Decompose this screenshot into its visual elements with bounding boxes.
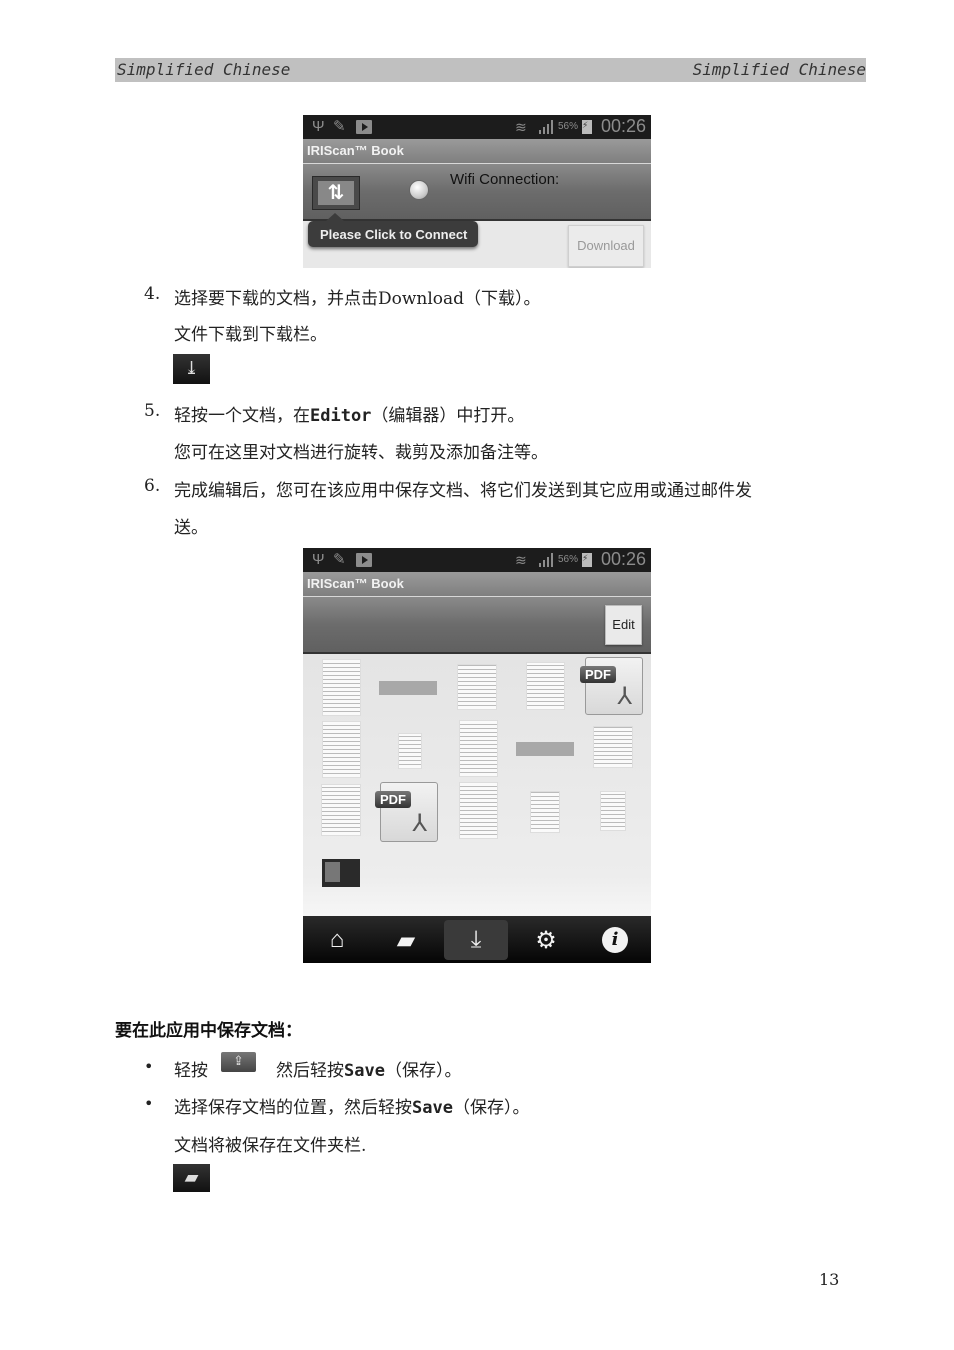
nav-home-button[interactable]: ⌂: [305, 920, 369, 960]
step-text: 轻按一个文档，在Editor（编辑器）中打开。: [174, 401, 524, 426]
bullet: •: [144, 1057, 154, 1076]
bullet-text-c: （保存）。: [452, 1098, 530, 1118]
home-icon: ⌂: [329, 926, 345, 953]
step-number: 4.: [144, 284, 161, 304]
nav-download-button[interactable]: ⤓: [444, 920, 508, 960]
document-thumbnail[interactable]: [459, 720, 498, 777]
settings-icon: ⚙: [535, 926, 557, 954]
app-screenshot-connect: Ψ ✎ ≋ 56% 00:26 IRIScan™ Book ⇅ Wifi Con…: [303, 115, 651, 268]
nav-info-button[interactable]: i: [583, 920, 647, 960]
document-thumbnail[interactable]: [322, 721, 361, 778]
pdf-document-thumbnail[interactable]: PDF: [375, 782, 438, 842]
app-screenshot-library: Ψ ✎ ≋ 56% 00:26 IRIScan™ Book Edit PDFPD…: [303, 548, 651, 963]
editor-keyword: Editor: [310, 406, 372, 426]
connect-tooltip: Please Click to Connect: [308, 213, 478, 247]
section-title: 要在此应用中保存文档：: [115, 1021, 302, 1041]
document-thumbnail[interactable]: [516, 742, 574, 756]
header-left: Simplified Chinese: [117, 60, 291, 79]
wifi-icon: ≋: [515, 552, 527, 568]
app-title-bar: IRIScan™ Book: [303, 139, 651, 164]
step-number: 6.: [144, 476, 161, 496]
signal-icon: [539, 120, 555, 134]
wifi-status-indicator: [409, 180, 429, 200]
save-keyword: Save: [344, 1061, 385, 1081]
pdf-document-thumbnail[interactable]: PDF: [580, 657, 643, 715]
bullet-text-a: 轻按: [174, 1061, 208, 1081]
status-bar: Ψ ✎ ≋ 56% 00:26: [303, 115, 651, 139]
document-thumbnail[interactable]: [321, 784, 361, 836]
play-store-icon: [356, 553, 372, 567]
document-thumbnail[interactable]: [600, 791, 626, 831]
wifi-connection-label: Wifi Connection:: [450, 171, 560, 188]
pdf-label: PDF: [580, 666, 616, 683]
download-icon: ⤓: [470, 926, 482, 953]
document-thumbnail[interactable]: [322, 859, 360, 887]
nav-folder-button[interactable]: ▰: [374, 920, 438, 960]
sync-button[interactable]: ⇅: [312, 176, 360, 210]
bullet: •: [144, 1094, 154, 1113]
document-grid: PDF PDF: [303, 654, 651, 916]
app-title-bar: IRIScan™ Book: [303, 572, 651, 597]
step-subtext: 您可在这里对文档进行旋转、裁剪及添加备注等。: [174, 443, 548, 463]
step-text: 选择要下载的文档，并点击Download（下载）。: [174, 289, 541, 309]
play-store-icon: [356, 120, 372, 134]
save-keyword: Save: [412, 1098, 453, 1118]
pencil-icon: ✎: [333, 551, 346, 568]
app-title: IRIScan™ Book: [307, 576, 404, 591]
app-title: IRIScan™ Book: [307, 143, 404, 158]
bullet-text: 选择保存文档的位置，然后轻按Save（保存）。: [174, 1093, 529, 1118]
battery-charging-icon: [582, 553, 592, 567]
bullet-text-b: 然后轻按: [276, 1061, 344, 1081]
step-text-a: 轻按一个文档，在: [174, 406, 310, 426]
page-number: 13: [819, 1270, 840, 1289]
document-thumbnail[interactable]: [457, 664, 497, 710]
header-right: Simplified Chinese: [692, 60, 866, 79]
document-thumbnail[interactable]: [322, 659, 361, 716]
step-number: 5.: [144, 401, 161, 421]
clock: 00:26: [600, 549, 646, 569]
share-icon: ⇪: [221, 1052, 256, 1072]
sync-icon: ⇅: [318, 181, 354, 205]
step-text-continuation: 送。: [174, 518, 208, 538]
document-thumbnail[interactable]: [526, 662, 565, 710]
folder-icon: ▰: [396, 926, 416, 954]
bullet-text-a: 选择保存文档的位置，然后轻按: [174, 1098, 412, 1118]
info-icon: i: [602, 927, 628, 953]
wifi-icon: ≋: [515, 119, 527, 135]
nav-settings-button[interactable]: ⚙: [514, 920, 578, 960]
step-text-b: （编辑器）中打开。: [371, 406, 525, 426]
step-text: 完成编辑后，您可在该应用中保存文档、将它们发送到其它应用或通过邮件发: [174, 481, 752, 501]
document-thumbnail[interactable]: [593, 726, 633, 768]
usb-icon: Ψ: [312, 551, 325, 568]
status-bar: Ψ ✎ ≋ 56% 00:26: [303, 548, 651, 572]
tooltip-text: Please Click to Connect: [320, 227, 468, 242]
signal-icon: [539, 553, 555, 567]
page-header: Simplified Chinese Simplified Chinese: [115, 58, 866, 82]
action-bar: ⇅ Wifi Connection:: [303, 164, 651, 221]
pencil-icon: ✎: [333, 118, 346, 135]
usb-icon: Ψ: [312, 118, 325, 135]
action-bar: Edit: [303, 597, 651, 654]
document-thumbnail[interactable]: [398, 733, 422, 769]
battery-charging-icon: [582, 120, 592, 134]
bullet-text-c: （保存）。: [384, 1061, 462, 1081]
battery-percent: 56%: [558, 554, 579, 565]
download-button[interactable]: Download: [568, 225, 644, 267]
folder-icon: ▰: [173, 1164, 210, 1192]
battery-percent: 56%: [558, 121, 579, 132]
pdf-label: PDF: [375, 791, 411, 808]
save-note: 文档将被保存在文件夹栏.: [174, 1136, 367, 1156]
clock: 00:26: [600, 116, 646, 136]
bullet-text: 然后轻按Save（保存）。: [276, 1056, 461, 1081]
bottom-nav-bar: ⌂ ▰ ⤓ ⚙ i: [303, 916, 651, 963]
document-thumbnail[interactable]: [379, 681, 437, 695]
document-thumbnail[interactable]: [530, 791, 560, 833]
step-subtext: 文件下载到下载栏。: [174, 325, 327, 345]
document-thumbnail[interactable]: [459, 782, 498, 839]
edit-button[interactable]: Edit: [605, 605, 642, 645]
download-icon: ⤓: [173, 354, 210, 384]
